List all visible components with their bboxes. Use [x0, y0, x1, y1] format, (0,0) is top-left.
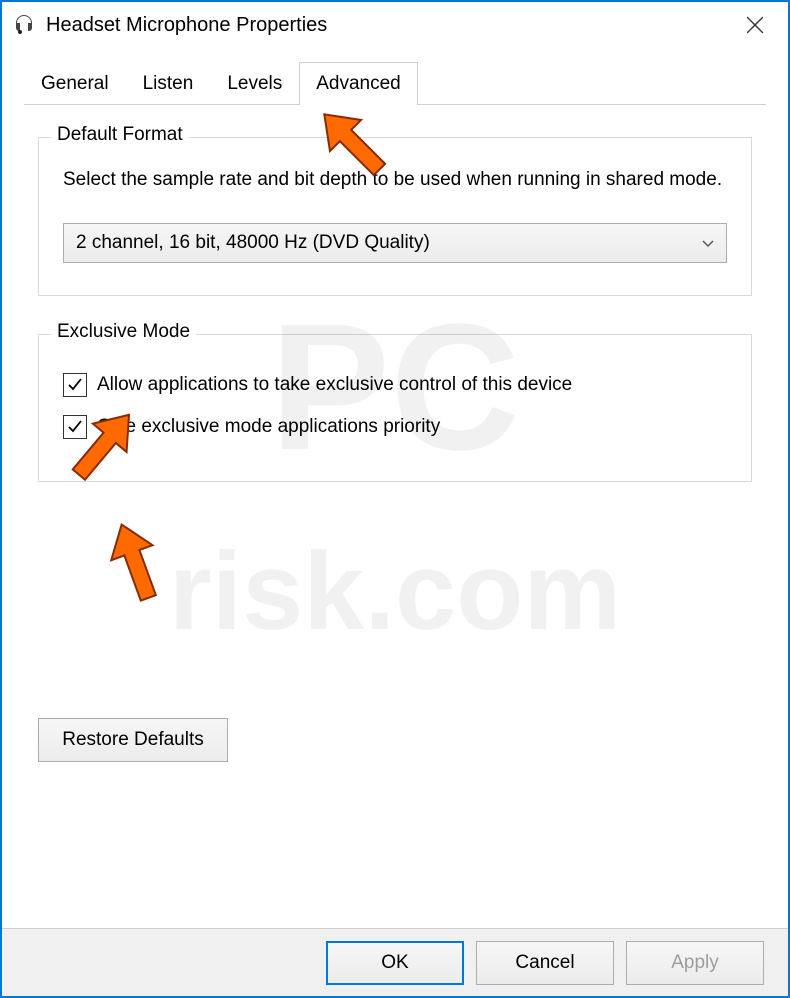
titlebar: Headset Microphone Properties — [2, 2, 788, 48]
chevron-down-icon — [702, 235, 714, 251]
headset-icon — [12, 13, 36, 37]
window-title: Headset Microphone Properties — [46, 14, 327, 37]
group-exclusive-mode-legend: Exclusive Mode — [51, 321, 196, 343]
checkbox-icon — [63, 373, 87, 397]
tab-listen[interactable]: Listen — [126, 62, 211, 105]
checkbox-icon — [63, 415, 87, 439]
group-default-format: Default Format Select the sample rate an… — [38, 137, 752, 296]
tab-content: Default Format Select the sample rate an… — [2, 105, 788, 762]
default-format-select-value: 2 channel, 16 bit, 48000 Hz (DVD Quality… — [76, 232, 430, 254]
dialog-footer: OK Cancel Apply — [2, 928, 788, 996]
ok-button[interactable]: OK — [326, 941, 464, 985]
checkbox-exclusive-priority[interactable]: Give exclusive mode applications priorit… — [63, 415, 727, 439]
tab-advanced[interactable]: Advanced — [299, 62, 418, 105]
cancel-button[interactable]: Cancel — [476, 941, 614, 985]
tab-bar: General Listen Levels Advanced — [2, 48, 788, 105]
default-format-description: Select the sample rate and bit depth to … — [63, 166, 727, 195]
tab-general[interactable]: General — [24, 62, 126, 105]
default-format-select[interactable]: 2 channel, 16 bit, 48000 Hz (DVD Quality… — [63, 223, 727, 263]
checkbox-exclusive-priority-label: Give exclusive mode applications priorit… — [97, 416, 440, 438]
restore-defaults-button[interactable]: Restore Defaults — [38, 718, 228, 762]
checkbox-exclusive-control-label: Allow applications to take exclusive con… — [97, 374, 572, 396]
checkbox-exclusive-control[interactable]: Allow applications to take exclusive con… — [63, 373, 727, 397]
group-exclusive-mode: Exclusive Mode Allow applications to tak… — [38, 334, 752, 482]
group-default-format-legend: Default Format — [51, 124, 189, 146]
tab-levels[interactable]: Levels — [210, 62, 299, 105]
restore-defaults-row: Restore Defaults — [38, 718, 752, 762]
close-button[interactable] — [732, 2, 778, 48]
apply-button[interactable]: Apply — [626, 941, 764, 985]
